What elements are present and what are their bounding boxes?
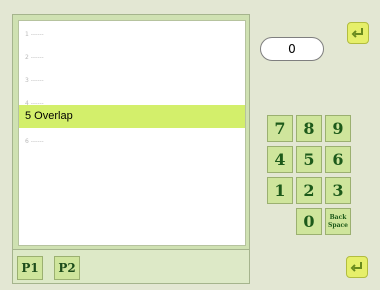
return-arrow-icon-glyph xyxy=(351,28,363,38)
pattern-list[interactable]: 1 ------ 2 ------ 3 ------ 4 ------ 5 Ov… xyxy=(18,20,246,246)
key-6[interactable]: 6 xyxy=(325,146,351,173)
key-9[interactable]: 9 xyxy=(325,115,351,142)
key-3[interactable]: 3 xyxy=(325,177,351,204)
list-item[interactable]: 3 ------ xyxy=(19,69,245,92)
list-item[interactable]: 1 ------ xyxy=(19,23,245,46)
page-p2-button[interactable]: P2 xyxy=(54,256,80,280)
backspace-key[interactable]: Back Space xyxy=(325,208,351,235)
key-2[interactable]: 2 xyxy=(296,177,322,204)
key-5[interactable]: 5 xyxy=(296,146,322,173)
key-1[interactable]: 1 xyxy=(267,177,293,204)
number-display: 0 xyxy=(260,37,324,61)
page-bar xyxy=(12,250,250,284)
list-item[interactable]: 6 ------ xyxy=(19,130,245,153)
key-7[interactable]: 7 xyxy=(267,115,293,142)
list-item[interactable]: 2 ------ xyxy=(19,46,245,69)
key-4[interactable]: 4 xyxy=(267,146,293,173)
list-item-selected[interactable]: 5 Overlap xyxy=(19,105,245,128)
confirm-arrow-icon[interactable] xyxy=(346,256,368,278)
page-p1-button[interactable]: P1 xyxy=(17,256,43,280)
key-8[interactable]: 8 xyxy=(296,115,322,142)
confirm-arrow-icon-glyph xyxy=(350,262,362,272)
return-arrow-icon[interactable] xyxy=(347,22,369,44)
key-0[interactable]: 0 xyxy=(296,208,322,235)
